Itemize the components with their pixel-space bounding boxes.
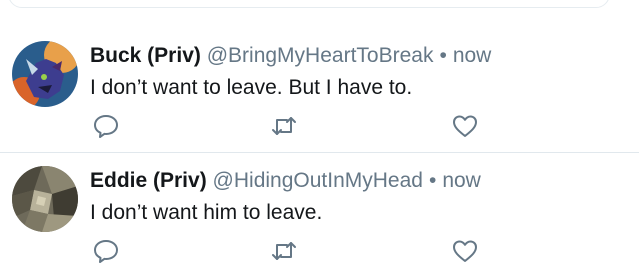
rhino-art-avatar-icon	[12, 41, 78, 107]
display-name[interactable]: Eddie (Priv)	[90, 169, 207, 192]
retweet-icon[interactable]	[270, 237, 298, 265]
retweet-icon[interactable]	[270, 112, 298, 140]
separator-dot: •	[428, 169, 437, 192]
timestamp: now	[442, 169, 481, 192]
user-handle[interactable]: @HidingOutInMyHead	[213, 169, 423, 192]
timestamp: now	[452, 44, 492, 67]
tweet-header: Eddie (Priv) @HidingOutInMyHead • now	[90, 169, 481, 193]
tweet-text: I don’t want to leave. But I have to.	[90, 76, 413, 99]
like-icon[interactable]	[451, 237, 479, 265]
like-icon[interactable]	[451, 112, 479, 140]
previous-tweet-card	[8, 0, 610, 8]
separator-dot: •	[439, 44, 447, 67]
cubist-art-avatar-icon	[12, 166, 78, 232]
tweet[interactable]: Eddie (Priv) @HidingOutInMyHead • now I do…	[0, 153, 639, 275]
display-name[interactable]: Buck (Priv)	[90, 44, 201, 67]
tweet[interactable]: Buck (Priv) @BringMyHeartToBreak • now I d…	[0, 28, 639, 153]
avatar[interactable]	[12, 166, 78, 232]
reply-icon[interactable]	[92, 112, 120, 140]
tweet-text: I don’t want him to leave.	[90, 201, 323, 224]
avatar[interactable]	[12, 41, 78, 107]
tweet-actions	[0, 237, 639, 267]
tweet-actions	[0, 112, 639, 142]
reply-icon[interactable]	[92, 237, 120, 265]
tweet-header: Buck (Priv) @BringMyHeartToBreak • now	[90, 44, 491, 68]
user-handle[interactable]: @BringMyHeartToBreak	[207, 44, 434, 67]
